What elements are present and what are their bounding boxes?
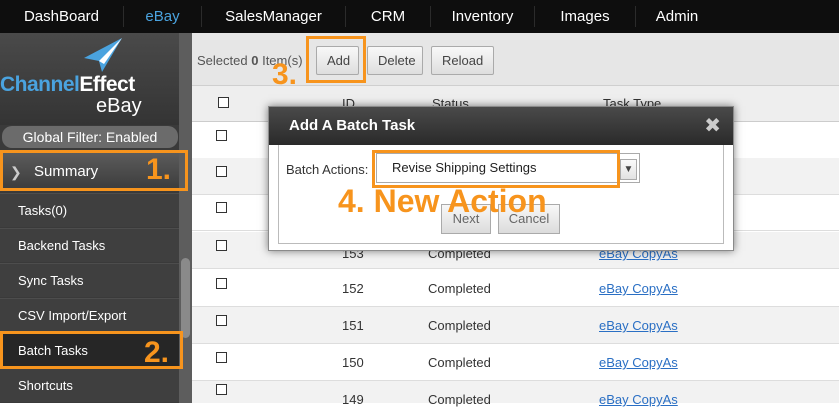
summary-label: Summary [34,163,99,180]
sidebar-item-sync-tasks[interactable]: Sync Tasks [0,263,179,297]
logo-subtitle: eBay [96,95,142,117]
global-filter-badge[interactable]: Global Filter: Enabled [2,126,178,148]
row-checkbox[interactable] [216,315,227,326]
annotation-step-4: 4. New Action [338,183,547,219]
top-nav-bar: DashBoard eBay SalesManager CRM Inventor… [0,0,839,33]
table-row[interactable]: 152 Completed eBay CopyAs [192,270,839,307]
reload-button[interactable]: Reload [431,46,494,75]
chevron-right-icon: ❯ [10,164,22,180]
sidebar-splitter[interactable] [179,33,192,403]
row-checkbox[interactable] [216,352,227,363]
channel-effect-logo: ChannelEffect eBay [0,33,192,125]
annotation-step-2: 2. [144,336,170,369]
row-status: Completed [428,318,491,333]
paper-plane-icon [84,38,122,72]
dialog-header: Add A Batch Task ✖ [269,107,733,145]
delete-button[interactable]: Delete [367,46,423,75]
dialog-title: Add A Batch Task [289,117,416,134]
nav-ebay[interactable]: eBay [124,0,201,33]
row-checkbox[interactable] [216,130,227,141]
row-checkbox[interactable] [216,202,227,213]
select-all-checkbox[interactable] [218,97,229,108]
add-button[interactable]: Add [316,46,359,75]
row-id: 152 [342,281,364,296]
row-task-type-link[interactable]: eBay CopyAs [599,318,678,333]
row-id: 149 [342,392,364,407]
splitter-handle[interactable] [181,258,190,338]
row-status: Completed [428,281,491,296]
sidebar-item-shortcuts[interactable]: Shortcuts [0,368,179,402]
row-checkbox[interactable] [216,278,227,289]
row-task-type-link[interactable]: eBay CopyAs [599,281,678,296]
sidebar-item-tasks[interactable]: Tasks(0) [0,193,179,227]
row-checkbox[interactable] [216,240,227,251]
row-checkbox[interactable] [216,384,227,395]
annotation-step-3: 3. [272,58,298,91]
sidebar-item-csv-import-export[interactable]: CSV Import/Export [0,298,179,332]
row-id: 151 [342,318,364,333]
row-status: Completed [428,392,491,407]
logo-wordmark: ChannelEffect [0,73,135,96]
nav-admin[interactable]: Admin [636,0,718,33]
nav-images[interactable]: Images [535,0,635,33]
row-id: 150 [342,355,364,370]
row-task-type-link[interactable]: eBay CopyAs [599,392,678,407]
nav-dashboard[interactable]: DashBoard [0,0,123,33]
close-icon[interactable]: ✖ [704,113,721,138]
table-row[interactable]: 150 Completed eBay CopyAs [192,344,839,381]
add-batch-task-dialog: Add A Batch Task ✖ Batch Actions: Revise… [268,106,734,251]
table-row[interactable]: 151 Completed eBay CopyAs [192,307,839,344]
annotation-step-1: 1. [146,153,172,186]
nav-crm[interactable]: CRM [346,0,430,33]
row-checkbox[interactable] [216,166,227,177]
row-status: Completed [428,355,491,370]
batch-actions-label: Batch Actions: [286,162,369,177]
chevron-down-icon[interactable]: ▼ [620,159,637,180]
row-task-type-link[interactable]: eBay CopyAs [599,355,678,370]
nav-salesmanager[interactable]: SalesManager [202,0,345,33]
nav-inventory[interactable]: Inventory [431,0,534,33]
table-row[interactable]: 149 Completed eBay CopyAs [192,381,839,407]
sidebar-item-backend-tasks[interactable]: Backend Tasks [0,228,179,262]
batch-actions-select[interactable]: Revise Shipping Settings [376,153,640,183]
